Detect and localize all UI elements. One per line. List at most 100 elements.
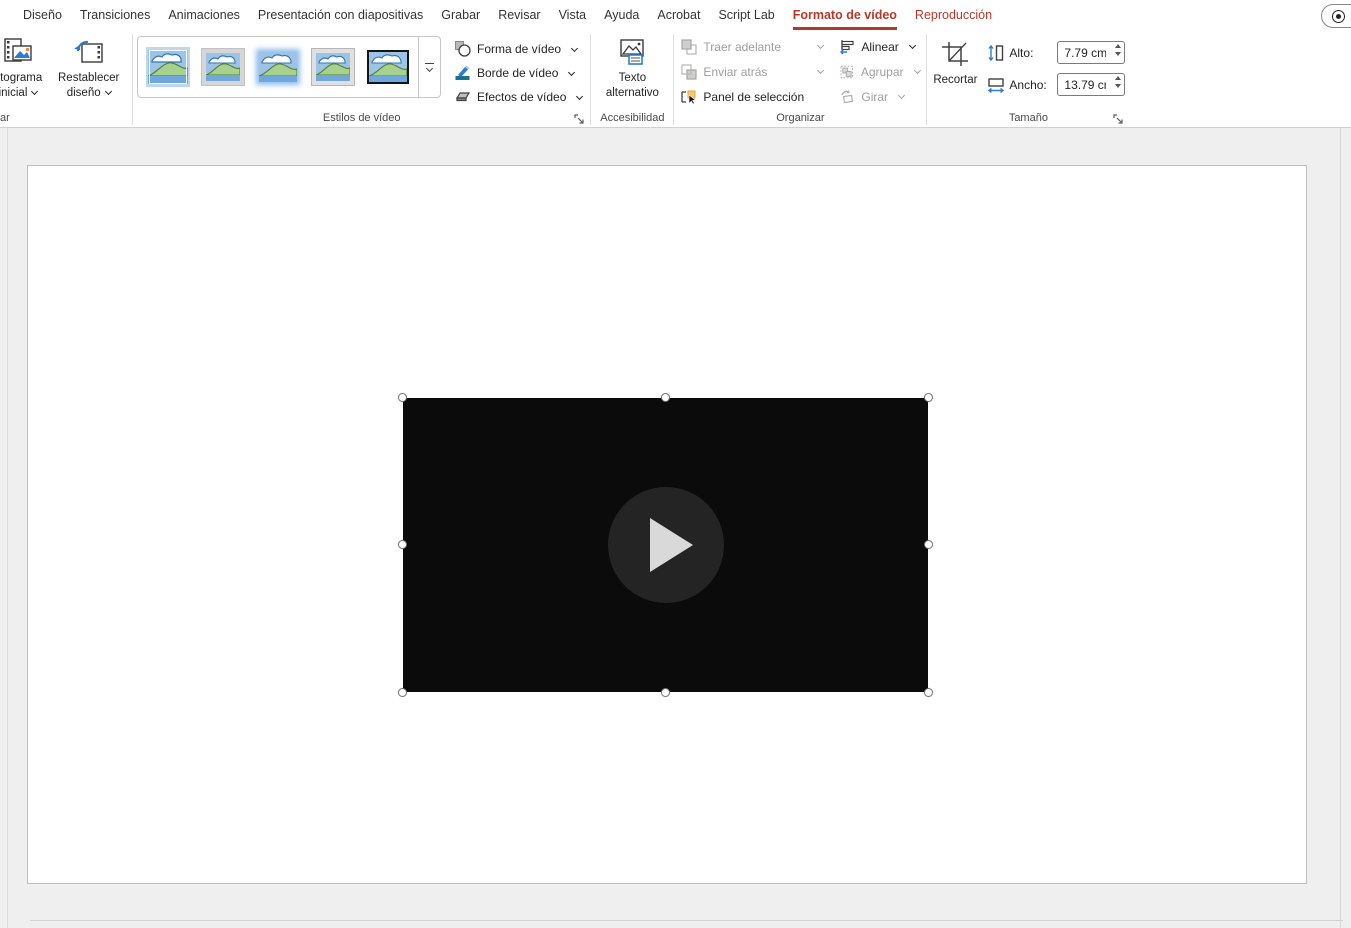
resize-handle-ne[interactable]: [924, 393, 933, 402]
resize-handle-nw[interactable]: [398, 393, 407, 402]
video-style-thumbnail-2[interactable]: [201, 47, 245, 87]
agrupar-button: Agrupar: [836, 59, 922, 84]
style-frame-overlay: [149, 50, 187, 84]
height-label: Alto:: [1009, 46, 1053, 60]
width-input[interactable]: [1064, 74, 1106, 95]
width-icon: [987, 76, 1005, 94]
tamano-dialog-launcher-icon[interactable]: [1113, 112, 1125, 124]
chevron-down-icon: [913, 67, 920, 74]
efectos-de-video-button[interactable]: Efectos de vídeo: [451, 85, 586, 109]
borde-de-video-label: Borde de vídeo: [477, 66, 558, 80]
resize-handle-sw[interactable]: [398, 688, 407, 697]
tab-vista[interactable]: Vista: [550, 0, 596, 30]
resize-handle-se[interactable]: [924, 688, 933, 697]
thumbnail-pane-divider[interactable]: [7, 128, 8, 928]
group-estilos-de-video: Forma de vídeo Borde de vídeo Efectos de…: [133, 30, 590, 127]
tab-ayuda[interactable]: Ayuda: [595, 0, 648, 30]
group-label-ajustar: ar: [0, 112, 132, 124]
editing-workspace: [0, 128, 1351, 928]
record-icon: [1332, 10, 1345, 23]
chevron-down-icon: [817, 42, 824, 49]
tab-label: Grabar: [441, 8, 480, 22]
enviar-atras-label: Enviar atrás: [703, 65, 767, 79]
girar-label: Girar: [861, 90, 888, 104]
borde-de-video-button[interactable]: Borde de vídeo: [451, 61, 586, 85]
rotate-icon: [839, 89, 855, 105]
tab-transiciones[interactable]: Transiciones: [71, 0, 159, 30]
tab-label: Ayuda: [604, 8, 639, 22]
video-style-thumbnail-4[interactable]: [311, 47, 355, 87]
height-spin-down[interactable]: [1115, 52, 1121, 56]
video-styles-gallery-items: [137, 36, 418, 98]
panel-de-seleccion-button[interactable]: Panel de selección: [678, 84, 826, 109]
record-button[interactable]: G: [1321, 4, 1351, 28]
restablecer-diseno-button[interactable]: Restablecer diseño: [58, 35, 119, 109]
forma-de-video-button[interactable]: Forma de vídeo: [451, 37, 586, 61]
style-glow: [259, 52, 297, 82]
height-input[interactable]: [1064, 42, 1106, 63]
gallery-more-button[interactable]: [418, 36, 441, 98]
alinear-button[interactable]: Alinear: [836, 34, 922, 59]
tab-reproduccion[interactable]: Reproducción: [906, 0, 1001, 30]
group-label-estilos: Estilos de vídeo: [133, 112, 590, 124]
video-style-thumbnail-5[interactable]: [366, 47, 410, 87]
tab-label: Diseño: [23, 8, 62, 22]
tab-acrobat[interactable]: Acrobat: [648, 0, 709, 30]
tab-presentacion[interactable]: Presentación con diapositivas: [249, 0, 432, 30]
tab-diseno[interactable]: Diseño: [14, 0, 71, 30]
ribbon-tab-bar: Diseño Transiciones Animaciones Presenta…: [0, 0, 1351, 30]
video-effects-icon: [455, 89, 471, 105]
width-spin-up[interactable]: [1115, 76, 1121, 80]
tab-animaciones[interactable]: Animaciones: [159, 0, 249, 30]
tab-label: Formato de vídeo: [793, 8, 897, 22]
width-spin-down[interactable]: [1115, 84, 1121, 88]
tab-label: Script Lab: [718, 8, 774, 22]
estilos-dialog-launcher-icon[interactable]: [574, 112, 586, 124]
alt-text-label-line1: Texto: [619, 71, 647, 86]
alt-text-label-line2: alternativo: [606, 86, 659, 101]
style-black-border: [367, 50, 409, 84]
resize-handle-s[interactable]: [661, 688, 670, 697]
tab-formato-de-video[interactable]: Formato de vídeo: [784, 0, 906, 30]
organizar-column-1: Traer adelante Enviar atrás Panel de sel…: [678, 34, 826, 109]
notes-pane-divider[interactable]: [30, 920, 1343, 921]
chevron-down-icon: [568, 68, 575, 75]
gallery-more-icon: [425, 63, 434, 72]
tab-label: Vista: [559, 8, 587, 22]
efectos-de-video-label: Efectos de vídeo: [477, 90, 566, 104]
tab-grabar[interactable]: Grabar: [432, 0, 489, 30]
forma-de-video-label: Forma de vídeo: [477, 42, 561, 56]
chevron-down-icon: [105, 88, 112, 95]
resize-handle-w[interactable]: [398, 540, 407, 549]
tab-script-lab[interactable]: Script Lab: [709, 0, 783, 30]
chevron-down-icon: [576, 92, 583, 99]
height-spin-up[interactable]: [1115, 44, 1121, 48]
width-label: Ancho:: [1009, 78, 1053, 92]
fotograma-label-line1: otograma: [0, 71, 42, 86]
crop-icon: [940, 37, 970, 71]
recortar-label: Recortar: [933, 73, 977, 88]
slide-canvas[interactable]: [27, 165, 1307, 884]
resize-handle-e[interactable]: [924, 540, 933, 549]
style-bevel-frame: [312, 49, 354, 85]
poster-frame-icon: [2, 35, 34, 69]
video-shape-icon: [455, 41, 471, 57]
group-ajustar: otograma inicial Restablecer diseño ar: [0, 30, 132, 127]
tab-label: Animaciones: [168, 8, 240, 22]
style-gray-frame: [202, 49, 244, 85]
enviar-atras-button: Enviar atrás: [678, 59, 826, 84]
fotograma-inicial-button[interactable]: otograma inicial: [0, 35, 50, 109]
fotograma-label-line2: inicial: [0, 86, 37, 101]
video-object[interactable]: [403, 398, 928, 692]
texto-alternativo-button[interactable]: Texto alternativo: [595, 35, 669, 101]
bring-forward-icon: [681, 39, 697, 55]
resize-handle-n[interactable]: [661, 393, 670, 402]
tab-revisar[interactable]: Revisar: [489, 0, 549, 30]
video-style-thumbnail-3[interactable]: [256, 47, 300, 87]
recortar-button[interactable]: Recortar: [931, 35, 979, 109]
video-style-thumbnail-1[interactable]: [146, 47, 190, 87]
play-button[interactable]: [608, 487, 724, 603]
scrollbar-track-edge[interactable]: [1340, 128, 1341, 928]
tab-label: Presentación con diapositivas: [258, 8, 423, 22]
girar-button: Girar: [836, 84, 922, 109]
